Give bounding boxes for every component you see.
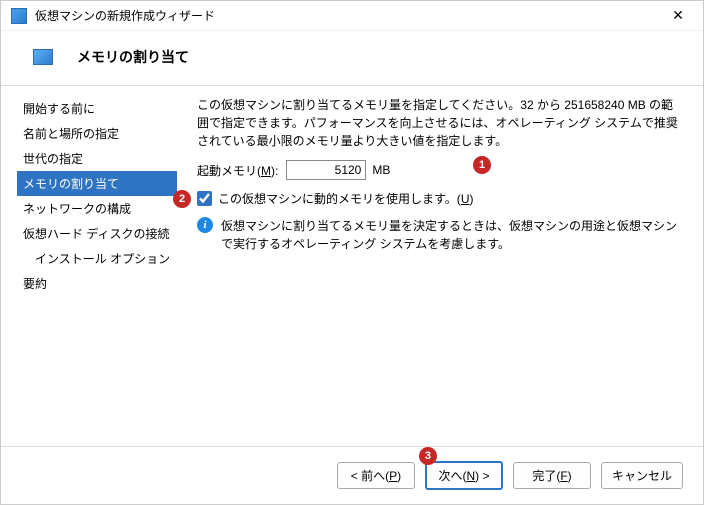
page-title: メモリの割り当て [77,47,189,67]
finish-button[interactable]: 完了(F) [513,462,591,489]
app-icon [11,8,27,24]
window-title: 仮想マシンの新規作成ウィザード [35,7,663,24]
dynamic-memory-label: この仮想マシンに動的メモリを使用します。(U) [218,190,473,207]
step-network[interactable]: ネットワークの構成 [17,196,177,221]
startup-memory-label: 起動メモリ(M): [197,162,278,179]
wizard-steps: 開始する前に 名前と場所の指定 世代の指定 メモリの割り当て ネットワークの構成… [17,96,177,296]
dynamic-memory-checkbox[interactable] [197,191,212,206]
wizard-footer: < 前へ(P) 3 次へ(N) > 完了(F) キャンセル [1,446,703,504]
step-memory[interactable]: メモリの割り当て [17,171,177,196]
step-generation[interactable]: 世代の指定 [17,146,177,171]
titlebar: 仮想マシンの新規作成ウィザード ✕ [1,1,703,31]
info-text: 仮想マシンに割り当てるメモリ量を決定するときは、仮想マシンの用途と仮想マシンで実… [221,217,683,253]
description-text: この仮想マシンに割り当てるメモリ量を指定してください。32 から 2516582… [197,96,683,150]
next-button[interactable]: 次へ(N) > [425,461,503,490]
startup-memory-row: 1 起動メモリ(M): MB [197,160,683,180]
startup-memory-input[interactable] [286,160,366,180]
annotation-badge-2: 2 [173,190,191,208]
dynamic-memory-row: 2 この仮想マシンに動的メモリを使用します。(U) [197,190,683,207]
wizard-header: メモリの割り当て [1,31,703,85]
step-vhd[interactable]: 仮想ハード ディスクの接続 [17,221,177,246]
prev-button[interactable]: < 前へ(P) [337,462,415,489]
info-icon: i [197,217,213,233]
close-icon[interactable]: ✕ [663,7,693,24]
main-panel: この仮想マシンに割り当てるメモリ量を指定してください。32 から 2516582… [177,96,687,296]
annotation-badge-3: 3 [419,447,437,465]
step-name-location[interactable]: 名前と場所の指定 [17,121,177,146]
memory-unit: MB [372,163,390,177]
header-icon [33,49,53,65]
cancel-button[interactable]: キャンセル [601,462,683,489]
annotation-badge-1: 1 [473,156,491,174]
step-install-options[interactable]: インストール オプション [17,246,177,271]
step-before-begin[interactable]: 開始する前に [17,96,177,121]
info-row: i 仮想マシンに割り当てるメモリ量を決定するときは、仮想マシンの用途と仮想マシン… [197,217,683,253]
step-summary[interactable]: 要約 [17,271,177,296]
